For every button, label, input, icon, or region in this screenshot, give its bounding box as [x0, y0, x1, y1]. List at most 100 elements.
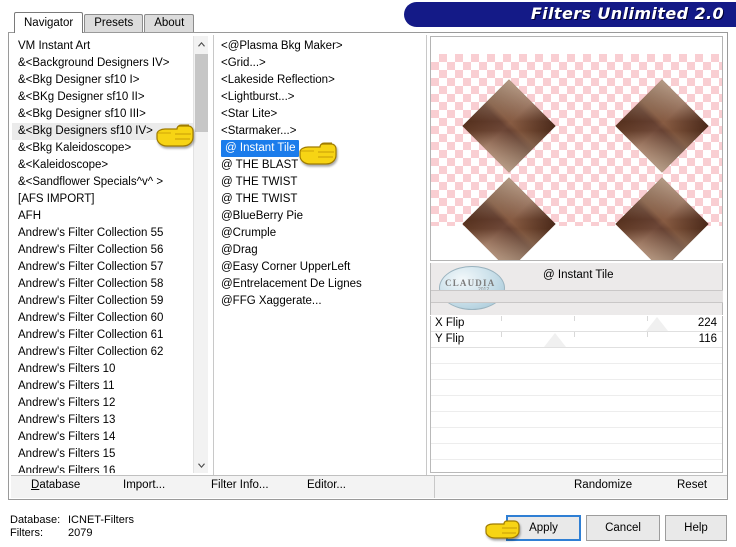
list-item[interactable]: @ THE TWIST: [217, 191, 422, 208]
list-item[interactable]: Andrew's Filters 14: [12, 429, 208, 446]
list-item[interactable]: <@Plasma Bkg Maker>: [217, 38, 422, 55]
scroll-down-icon[interactable]: [194, 458, 208, 473]
effect-list-items: <@Plasma Bkg Maker> <Grid...> <Lakeside …: [217, 36, 422, 310]
reset-button[interactable]: Reset: [677, 479, 707, 491]
preview-panel: CLAUDIA 2012 ⚔ @ Instant Tile X Flip: [429, 36, 725, 473]
cancel-button[interactable]: Cancel: [586, 515, 660, 541]
slider-row-x-flip[interactable]: X Flip 224: [431, 316, 722, 332]
list-item[interactable]: &<Bkg Kaleidoscope>: [12, 140, 208, 157]
slider-track[interactable]: [431, 316, 722, 331]
list-item[interactable]: <Starmaker...>: [217, 123, 422, 140]
preview-shape: [615, 79, 709, 173]
list-item[interactable]: Andrew's Filter Collection 61: [12, 327, 208, 344]
active-filter-name: @ Instant Tile: [543, 269, 614, 281]
list-item[interactable]: &<Bkg Designer sf10 I>: [12, 72, 208, 89]
tab-about[interactable]: About: [144, 14, 195, 32]
action-bar-divider: [434, 476, 435, 498]
import-label: mport...: [126, 479, 166, 491]
list-item[interactable]: Andrew's Filter Collection 55: [12, 225, 208, 242]
status-filters-row: Filters: 2079: [10, 527, 134, 540]
list-item[interactable]: @Entrelacement De Lignes: [217, 276, 422, 293]
list-item[interactable]: @Crumple: [217, 225, 422, 242]
list-item[interactable]: <Lakeside Reflection>: [217, 72, 422, 89]
tab-presets[interactable]: Presets: [84, 14, 144, 32]
list-item[interactable]: Andrew's Filters 15: [12, 446, 208, 463]
list-item[interactable]: @Easy Corner UpperLeft: [217, 259, 422, 276]
list-item[interactable]: Andrew's Filter Collection 58: [12, 276, 208, 293]
list-item[interactable]: Andrew's Filters 12: [12, 395, 208, 412]
list-item[interactable]: <Star Lite>: [217, 106, 422, 123]
preview-shape: [462, 79, 556, 173]
action-bar: Database Import... Filter Info... Editor…: [11, 476, 727, 498]
filter-effect-list[interactable]: <@Plasma Bkg Maker> <Grid...> <Lakeside …: [217, 36, 422, 473]
list-item[interactable]: Andrew's Filter Collection 59: [12, 293, 208, 310]
slider-row-empty: [431, 364, 722, 380]
list-item[interactable]: @ THE BLAST: [217, 157, 422, 174]
list-item[interactable]: <Grid...>: [217, 55, 422, 72]
status-filters-key: Filters:: [10, 527, 43, 539]
slider-label-y-flip: Y Flip: [435, 333, 465, 345]
list-item[interactable]: @BlueBerry Pie: [217, 208, 422, 225]
list-item[interactable]: Andrew's Filter Collection 56: [12, 242, 208, 259]
list-item-instant-tile[interactable]: @ Instant Tile: [221, 140, 300, 157]
tab-strip: Navigator Presets About: [14, 12, 195, 33]
list-item[interactable]: Andrew's Filters 11: [12, 378, 208, 395]
status-database-row: Database: ICNET-Filters: [10, 514, 134, 527]
list-item[interactable]: Andrew's Filters 10: [12, 361, 208, 378]
apply-button[interactable]: Apply: [506, 515, 581, 541]
pane-divider-left: [213, 35, 214, 475]
filter-strip-bar: [431, 290, 723, 303]
status-info: Database: ICNET-Filters Filters: 2079: [10, 514, 134, 540]
list-item[interactable]: Andrew's Filter Collection 57: [12, 259, 208, 276]
editor-button[interactable]: Editor...: [307, 479, 346, 491]
list-item[interactable]: &<Kaleidoscope>: [12, 157, 208, 174]
import-button[interactable]: Import...: [123, 479, 165, 491]
help-button[interactable]: Help: [665, 515, 727, 541]
list-item[interactable]: &<Bkg Designer sf10 III>: [12, 106, 208, 123]
transparency-checkerboard: [431, 54, 722, 260]
status-database-value: ICNET-Filters: [68, 514, 134, 526]
list-item[interactable]: &<Sandflower Specials^v^ >: [12, 174, 208, 191]
filter-info-button[interactable]: Filter Info...: [211, 479, 269, 491]
list-item[interactable]: AFH: [12, 208, 208, 225]
list-item[interactable]: Andrew's Filter Collection 62: [12, 344, 208, 361]
slider-row-empty: [431, 444, 722, 460]
filter-category-list[interactable]: VM Instant Art &<Background Designers IV…: [12, 36, 208, 473]
claudia-watermark: CLAUDIA 2012 ⚔: [439, 266, 505, 310]
list-item[interactable]: Andrew's Filters 16: [12, 463, 208, 473]
category-list-scrollbar[interactable]: [193, 36, 208, 473]
slider-value-x-flip: 224: [697, 317, 717, 329]
slider-label-x-flip: X Flip: [435, 317, 465, 329]
list-item[interactable]: @Drag: [217, 242, 422, 259]
slider-row-empty: [431, 396, 722, 412]
slider-track[interactable]: [431, 332, 722, 347]
slider-thumb-y-flip[interactable]: [544, 333, 566, 347]
slider-row-y-flip[interactable]: Y Flip 116: [431, 332, 722, 348]
tab-navigator[interactable]: Navigator: [14, 12, 84, 33]
scrollbar-thumb[interactable]: [195, 54, 208, 132]
slider-value-y-flip: 116: [698, 333, 717, 345]
list-item[interactable]: @FFG Xaggerate...: [217, 293, 422, 310]
slider-thumb-x-flip[interactable]: [646, 317, 668, 331]
list-item[interactable]: <Lightburst...>: [217, 89, 422, 106]
randomize-button[interactable]: Randomize: [574, 479, 632, 491]
list-item[interactable]: [AFS IMPORT]: [12, 191, 208, 208]
list-item[interactable]: @ THE TWIST: [217, 174, 422, 191]
database-button[interactable]: Database: [31, 479, 80, 491]
list-item-bkg-designers-sf10-iv[interactable]: &<Bkg Designers sf10 IV>: [12, 123, 208, 140]
filter-preview[interactable]: [430, 36, 723, 261]
status-database-key: Database:: [10, 514, 61, 526]
scroll-up-icon[interactable]: [194, 36, 208, 51]
filters-unlimited-window: Filters Unlimited 2.0 Navigator Presets …: [0, 0, 736, 547]
list-item[interactable]: &<BKg Designer sf10 II>: [12, 89, 208, 106]
category-list-items: VM Instant Art &<Background Designers IV…: [12, 36, 208, 473]
slider-row-empty: [431, 428, 722, 444]
slider-row-empty: [431, 380, 722, 396]
list-item[interactable]: Andrew's Filters 13: [12, 412, 208, 429]
window-title-bar: Filters Unlimited 2.0: [404, 2, 736, 27]
list-item-wrapper: @ Instant Tile: [217, 140, 422, 157]
database-label: atabase: [39, 479, 81, 491]
list-item[interactable]: &<Background Designers IV>: [12, 55, 208, 72]
list-item[interactable]: VM Instant Art: [12, 38, 208, 55]
list-item[interactable]: Andrew's Filter Collection 60: [12, 310, 208, 327]
